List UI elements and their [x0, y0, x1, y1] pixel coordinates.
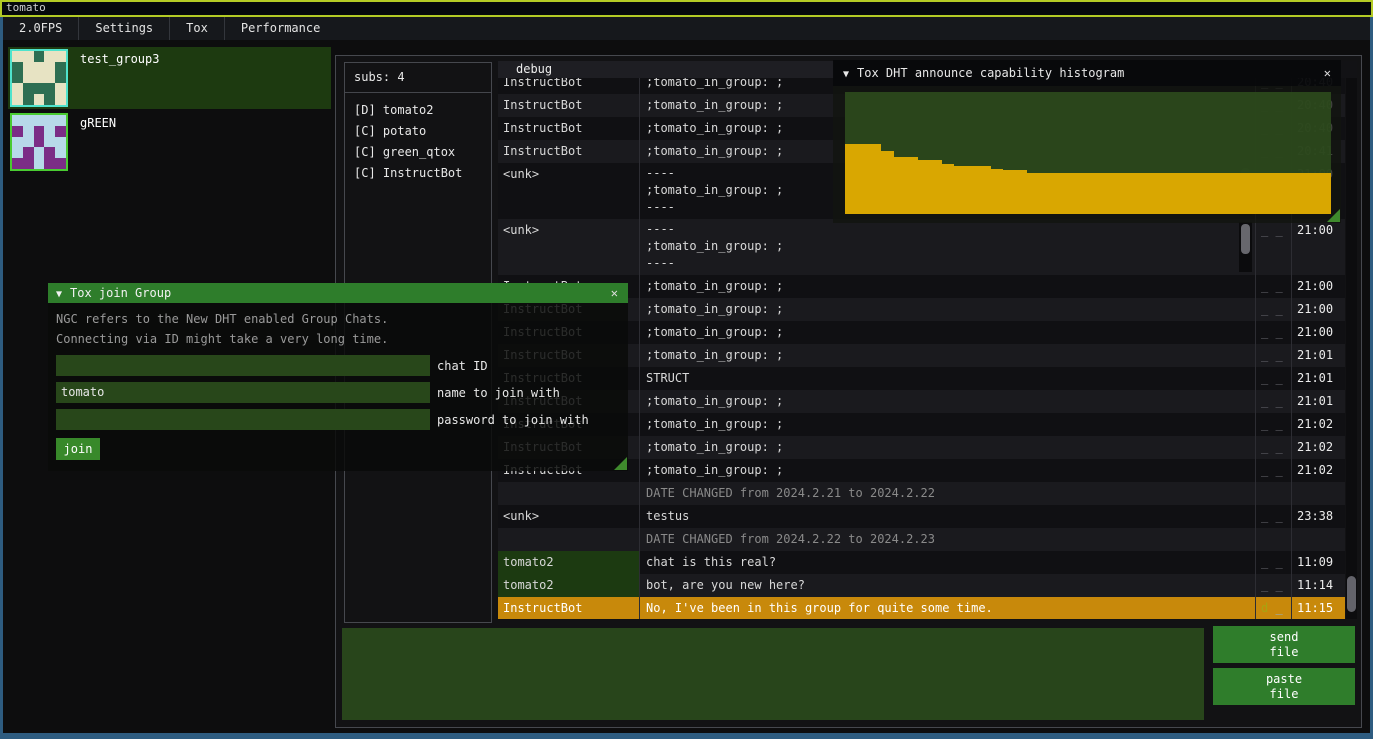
sidebar-group-green[interactable]: gREEN	[8, 111, 331, 173]
message-scrollbar[interactable]	[1239, 222, 1252, 272]
ngc-info-line2: Connecting via ID might take a very long…	[56, 329, 620, 349]
chat-scrollbar-thumb[interactable]	[1347, 576, 1356, 612]
join-name-label: name to join with	[437, 386, 560, 400]
chat-row[interactable]: tomato2 chat is this real? _ _ 11:09	[498, 551, 1345, 574]
message-input[interactable]	[342, 628, 1204, 720]
send-file-button[interactable]: send file	[1213, 626, 1355, 663]
chat-row-selected[interactable]: InstructBot No, I've been in this group …	[498, 597, 1345, 619]
chat-scrollbar[interactable]	[1346, 78, 1357, 619]
menu-tox[interactable]: Tox	[170, 17, 224, 40]
join-group-window: ▼ Tox join Group ✕ NGC refers to the New …	[48, 283, 628, 471]
join-button[interactable]: join	[56, 438, 100, 460]
sidebar-group-test_group3[interactable]: test_group3	[8, 47, 331, 109]
member-green_qtox[interactable]: [C] green_qtox	[354, 142, 482, 163]
group-label: gREEN	[80, 116, 116, 130]
member-potato[interactable]: [C] potato	[354, 121, 482, 142]
chat-row-multiline[interactable]: <unk> ---- ;tomato_in_group: ; ---- _ _ …	[498, 219, 1345, 275]
resize-grip[interactable]	[1327, 209, 1340, 222]
menu-settings[interactable]: Settings	[79, 17, 169, 40]
dht-capability-histogram-plot	[845, 92, 1331, 214]
message-scrollbar-thumb[interactable]	[1241, 224, 1250, 254]
dht-histogram-title: Tox DHT announce capability histogram	[857, 66, 1124, 80]
chat-id-input[interactable]	[56, 355, 430, 376]
chat-row[interactable]: <unk> testus _ _ 23:38	[498, 505, 1345, 528]
dht-histogram-titlebar[interactable]: ▼ Tox DHT announce capability histogram ✕	[833, 60, 1341, 86]
subs-count: subs: 4	[354, 70, 482, 84]
dht-histogram-body	[833, 86, 1341, 223]
subs-separator	[345, 92, 491, 93]
member-tomato2[interactable]: [D] tomato2	[354, 100, 482, 121]
chat-row[interactable]: tomato2 bot, are you new here? _ _ 11:14	[498, 574, 1345, 597]
collapse-arrow-icon[interactable]: ▼	[843, 69, 849, 80]
join-name-input[interactable]: tomato	[56, 382, 430, 403]
join-group-title: Tox join Group	[70, 286, 171, 300]
join-password-label: password to join with	[437, 413, 589, 427]
chat-row-date-changed: DATE CHANGED from 2024.2.21 to 2024.2.22	[498, 482, 1345, 505]
read-indicator: _	[1275, 601, 1282, 615]
window-border-left	[0, 17, 3, 739]
menu-performance[interactable]: Performance	[225, 17, 336, 40]
collapse-arrow-icon[interactable]: ▼	[56, 289, 62, 300]
ngc-info-line1: NGC refers to the New DHT enabled Group …	[56, 309, 620, 329]
delivered-indicator: d	[1261, 601, 1268, 615]
window-border-bottom	[0, 733, 1373, 739]
tab-debug[interactable]: debug	[498, 61, 834, 78]
join-group-titlebar[interactable]: ▼ Tox join Group ✕	[48, 283, 628, 303]
paste-file-button[interactable]: paste file	[1213, 668, 1355, 705]
chat-row-date-changed: DATE CHANGED from 2024.2.22 to 2024.2.23	[498, 528, 1345, 551]
join-password-input[interactable]	[56, 409, 430, 430]
group-label: test_group3	[80, 52, 159, 66]
chat-id-label: chat ID	[437, 359, 488, 373]
group-avatar	[10, 113, 68, 171]
resize-grip[interactable]	[614, 457, 627, 470]
fps-indicator: 2.0FPS	[3, 17, 78, 40]
menu-bar: 2.0FPS Settings Tox Performance	[3, 17, 1370, 40]
close-icon[interactable]: ✕	[1324, 60, 1331, 86]
join-group-body: NGC refers to the New DHT enabled Group …	[48, 303, 628, 471]
app-frame: tomato 2.0FPS Settings Tox Performance t…	[0, 0, 1373, 739]
group-avatar	[10, 49, 68, 107]
dht-histogram-window: ▼ Tox DHT announce capability histogram ✕	[833, 60, 1341, 223]
close-icon[interactable]: ✕	[611, 283, 618, 303]
window-titlebar[interactable]: tomato	[0, 0, 1373, 17]
window-title: tomato	[6, 1, 46, 14]
member-instructbot[interactable]: [C] InstructBot	[354, 163, 482, 184]
